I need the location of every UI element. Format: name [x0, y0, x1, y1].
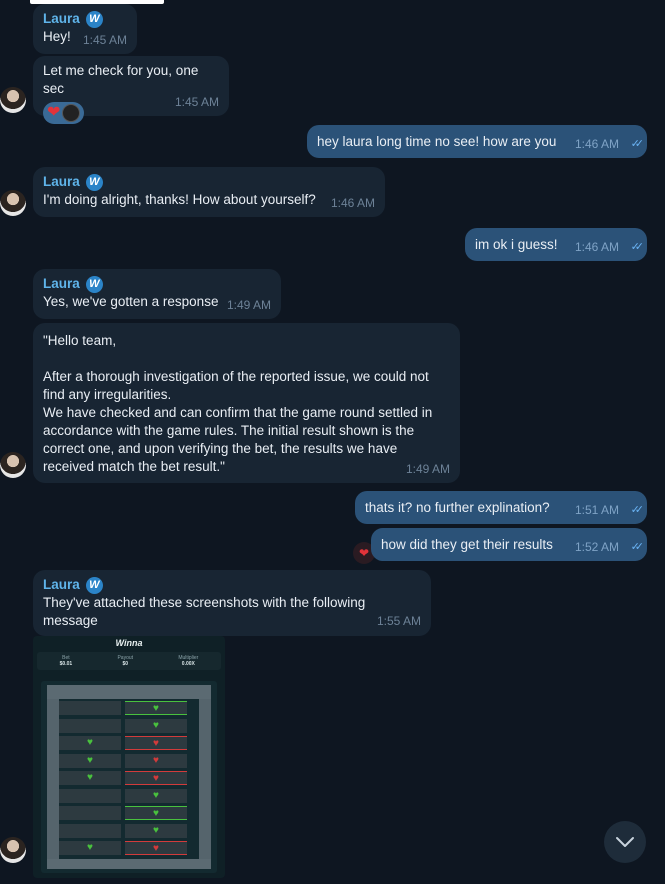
tower-cell-good-lit: ♥ [125, 701, 187, 715]
message-time: 1:49 AM [405, 462, 450, 476]
sender-name-label: Laura [43, 11, 80, 26]
verified-badge-icon: W [85, 275, 103, 293]
sender-name-label: Laura [43, 174, 80, 189]
reactions[interactable]: ❤ [43, 102, 85, 124]
tower-pillar-right [199, 699, 211, 861]
verified-badge-icon: W [85, 173, 103, 191]
message-time: 1:46 AM [574, 137, 619, 151]
sender-name[interactable]: Laura W [43, 576, 421, 594]
double-check-icon: ✓✓ [630, 138, 645, 150]
message-time: 1:46 AM [574, 240, 619, 254]
message-time: 1:46 AM [330, 196, 375, 210]
double-check-icon: ✓✓ [630, 241, 645, 253]
avatar[interactable] [0, 190, 26, 216]
tower-cell-good: ♥ [59, 753, 121, 768]
message-text: They've attached these screenshots with … [43, 595, 366, 628]
message-time: 1:51 AM [574, 503, 619, 517]
tower-top [47, 685, 211, 699]
message-outgoing[interactable]: thats it? no further explination? 1:51 A… [355, 491, 647, 524]
game-logo: Winna [115, 638, 143, 648]
stat-multiplier: Multiplier 0.00X [178, 655, 198, 667]
heart-icon: ❤ [47, 104, 61, 121]
game-stats: Bet $0.01 Payout $0 Multiplier 0.00X [37, 652, 221, 670]
tower-cell-good-lit: ♥ [125, 806, 187, 820]
message-time: 1:52 AM [574, 540, 619, 554]
message-outgoing[interactable]: hey laura long time no see! how are you … [307, 125, 647, 158]
message-outgoing[interactable]: im ok i guess! 1:46 AM ✓✓ [465, 228, 647, 261]
message-incoming[interactable]: Laura W Yes, we've gotten a response 1:4… [33, 269, 281, 319]
message-time: 1:55 AM [376, 614, 421, 628]
sender-name-label: Laura [43, 276, 80, 291]
tower-cell-broken: ♥ [125, 753, 187, 768]
stat-payout: Payout $0 [117, 655, 133, 667]
message-text: "Hello team, After a thorough investigat… [43, 333, 433, 474]
avatar[interactable] [0, 452, 26, 478]
stat-value: 0.00X [181, 661, 195, 667]
avatar[interactable] [0, 837, 26, 863]
message-incoming[interactable]: "Hello team, After a thorough investigat… [33, 323, 460, 483]
scroll-down-button[interactable] [604, 821, 646, 863]
message-text: I'm doing alright, thanks! How about you… [43, 192, 316, 207]
tower-cell-good: ♥ [59, 771, 121, 785]
tower-cell-good: ♥ [125, 718, 187, 733]
tower-cell-blank [59, 701, 121, 715]
message-outgoing[interactable]: how did they get their results 1:52 AM ✓… [371, 528, 647, 561]
tower-cell-broken-lit: ♥ [125, 771, 187, 785]
tower-cell-good: ♥ [125, 823, 187, 838]
message-incoming[interactable]: Laura W I'm doing alright, thanks! How a… [33, 167, 385, 217]
stat-value: $0.01 [59, 661, 73, 667]
tower-cell-blank [59, 788, 121, 803]
message-time: 1:45 AM [82, 33, 127, 47]
tower-base [47, 859, 211, 869]
message-time: 1:49 AM [226, 298, 271, 312]
tower-cell-blank [59, 806, 121, 820]
reactor-avatar [62, 104, 81, 122]
chevron-down-icon [616, 837, 634, 847]
tower-cell-good: ♥ [59, 736, 121, 750]
game-tower: ♥ ♥ ♥ ♥ ♥ ♥ ♥ ♥ ♥ ♥ ♥ ♥ ♥ [41, 681, 217, 873]
tower-pillar-left [47, 699, 59, 861]
message-incoming[interactable]: Laura W They've attached these screensho… [33, 570, 431, 636]
message-incoming[interactable]: Let me check for you, one sec ❤ 1:45 AM [33, 56, 229, 124]
tower-cell-good: ♥ [125, 788, 187, 803]
message-incoming[interactable]: Laura W Hey! 1:45 AM [33, 4, 137, 54]
attached-screenshot[interactable]: Winna Bet $0.01 Payout $0 Multiplier 0.0… [33, 636, 225, 878]
tower-cell-blank [59, 823, 121, 838]
sender-name-label: Laura [43, 577, 80, 592]
tower-cell-blank [59, 718, 121, 733]
tower-cell-good: ♥ [59, 841, 121, 855]
verified-badge-icon: W [85, 576, 103, 594]
stat-value: $0 [122, 661, 129, 667]
double-check-icon: ✓✓ [630, 504, 645, 516]
sender-name[interactable]: Laura W [43, 173, 375, 191]
tower-cell-broken-lit: ♥ [125, 736, 187, 750]
message-time: 1:45 AM [174, 95, 219, 109]
double-check-icon: ✓✓ [630, 541, 645, 553]
verified-badge-icon: W [85, 10, 103, 28]
avatar[interactable] [0, 87, 26, 113]
stat-bet: Bet $0.01 [60, 655, 73, 667]
sender-name[interactable]: Laura W [43, 10, 127, 28]
sender-name[interactable]: Laura W [43, 275, 271, 293]
tower-cell-broken-lit: ♥ [125, 841, 187, 855]
